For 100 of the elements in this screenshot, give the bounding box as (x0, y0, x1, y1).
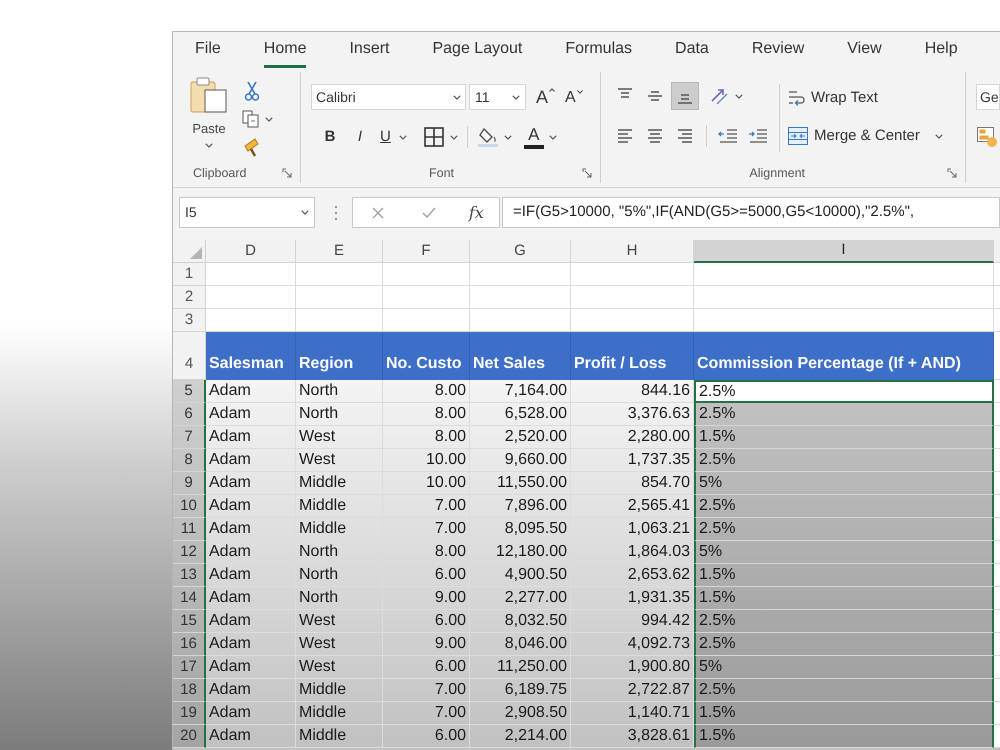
ribbon-tab[interactable]: Home (264, 38, 306, 68)
italic-button[interactable]: I (350, 125, 370, 149)
number-format-dropdown[interactable]: Ge (976, 84, 1000, 110)
ribbon-tab[interactable]: Formulas (565, 38, 632, 68)
table-cell: 2.5% (694, 495, 994, 518)
font-name-dropdown[interactable]: Calibri (311, 84, 466, 110)
caret-icon[interactable] (265, 116, 273, 122)
table-cell: 8,095.50 (470, 518, 571, 541)
color-bar-icon[interactable] (524, 144, 544, 148)
ribbon-tab[interactable]: Data (675, 38, 709, 68)
row-header[interactable]: 14 (173, 587, 206, 610)
caret-up-icon[interactable] (549, 88, 556, 92)
row-header[interactable]: 1 (173, 263, 206, 286)
table-cell: Adam (206, 495, 296, 518)
table-cell: Adam (206, 380, 296, 403)
ribbon-tab[interactable]: Insert (349, 38, 390, 68)
row-header[interactable]: 5 (173, 380, 206, 403)
ribbon-tab[interactable]: Page Layout (432, 38, 522, 68)
row-header[interactable]: 12 (173, 541, 206, 564)
align-right-icon[interactable] (675, 127, 695, 145)
row-header[interactable]: 17 (173, 656, 206, 679)
ribbon-tab[interactable]: Review (752, 38, 804, 68)
align-left-icon[interactable] (615, 127, 635, 145)
ribbon-tab[interactable]: Help (924, 38, 958, 68)
row-header[interactable]: 10 (173, 495, 206, 518)
merge-cells-icon[interactable] (787, 126, 809, 146)
copy-button[interactable] (241, 108, 273, 130)
row-header[interactable]: 9 (173, 472, 206, 495)
row-header[interactable]: 7 (173, 426, 206, 449)
paint-bucket-icon[interactable] (476, 126, 499, 148)
increase-font-size-button[interactable]: A (536, 85, 556, 109)
table-cell: 7,896.00 (470, 495, 571, 518)
row-header[interactable]: 13 (173, 564, 206, 587)
caret-down-icon[interactable] (576, 90, 583, 94)
row-header[interactable]: 19 (173, 702, 206, 725)
caret-icon[interactable] (205, 143, 213, 148)
borders-button[interactable] (422, 125, 458, 149)
table-cell: North (296, 587, 383, 610)
increase-indent-icon[interactable] (747, 128, 769, 144)
grid-icon[interactable] (422, 126, 445, 148)
row-header[interactable]: 3 (173, 309, 206, 332)
table-cell: Adam (206, 725, 296, 748)
row-header[interactable]: 16 (173, 633, 206, 656)
caret-icon[interactable] (512, 94, 520, 100)
fill-color-button[interactable] (476, 125, 512, 149)
caret-icon[interactable] (934, 134, 943, 138)
column-header[interactable]: H (571, 240, 694, 263)
column-header[interactable]: F (383, 240, 470, 263)
table-cell: 7.00 (383, 702, 470, 725)
wrap-text-button[interactable]: Wrap Text (787, 85, 943, 111)
caret-icon[interactable] (548, 134, 557, 140)
bold-button[interactable]: B (320, 125, 340, 149)
row-header[interactable]: 11 (173, 518, 206, 541)
dialog-launcher-icon[interactable] (282, 168, 292, 178)
row-header[interactable]: 4 (173, 332, 206, 380)
column-header[interactable]: E (296, 240, 383, 263)
caret-icon[interactable] (398, 134, 407, 140)
ribbon-tab[interactable]: File (195, 38, 221, 68)
font-size-dropdown[interactable]: 11 (469, 84, 526, 110)
row-header[interactable]: 15 (173, 610, 206, 633)
dialog-launcher-icon[interactable] (582, 168, 592, 178)
row-header[interactable]: 6 (173, 403, 206, 426)
row-header[interactable]: 8 (173, 449, 206, 472)
table-cell: 6.00 (383, 656, 470, 679)
caret-icon[interactable] (735, 94, 743, 98)
row-header[interactable]: 20 (173, 725, 206, 748)
font-color-button[interactable]: A (524, 124, 557, 150)
caret-icon[interactable] (453, 94, 461, 100)
caret-icon[interactable] (450, 134, 458, 140)
copy-icon[interactable] (241, 109, 261, 129)
conditional-formatting-icon[interactable] (976, 126, 998, 148)
dialog-launcher-icon[interactable] (947, 168, 957, 178)
table-cell: 6,189.75 (470, 679, 571, 702)
grip-icon (334, 204, 338, 220)
column-header[interactable]: G (470, 240, 571, 263)
column-header[interactable]: I (694, 240, 994, 263)
caret-icon[interactable] (301, 210, 309, 215)
alignment-button[interactable] (671, 82, 699, 110)
table-cell: Adam (206, 564, 296, 587)
caret-icon[interactable] (504, 134, 512, 140)
row-header[interactable]: 2 (173, 286, 206, 309)
formula-input[interactable]: =IF(G5>10000, "5%",IF(AND(G5>=5000,G5<10000),"2.5%", (502, 197, 1000, 228)
name-box[interactable]: I5 (179, 197, 315, 228)
underline-button[interactable]: U (380, 125, 407, 149)
row-header[interactable]: 18 (173, 679, 206, 702)
table-cell: 7.00 (383, 518, 470, 541)
insert-function-button[interactable]: fx (466, 200, 486, 224)
align-center-icon[interactable] (645, 127, 665, 145)
table-cell: 4,092.73 (571, 633, 694, 656)
decrease-indent-icon[interactable] (717, 128, 739, 144)
table-cell: Adam (206, 702, 296, 725)
column-header[interactable]: D (206, 240, 296, 263)
paste-icon[interactable] (189, 76, 229, 114)
checkmark-icon[interactable] (420, 206, 437, 220)
paste-button[interactable]: Paste (185, 76, 233, 164)
ribbon-tab[interactable]: View (847, 38, 882, 68)
close-icon[interactable] (371, 206, 386, 220)
table-cell: Adam (206, 587, 296, 610)
decrease-font-size-button[interactable]: A (565, 85, 583, 109)
merge-and-center-button[interactable]: Merge & Center (787, 123, 943, 149)
